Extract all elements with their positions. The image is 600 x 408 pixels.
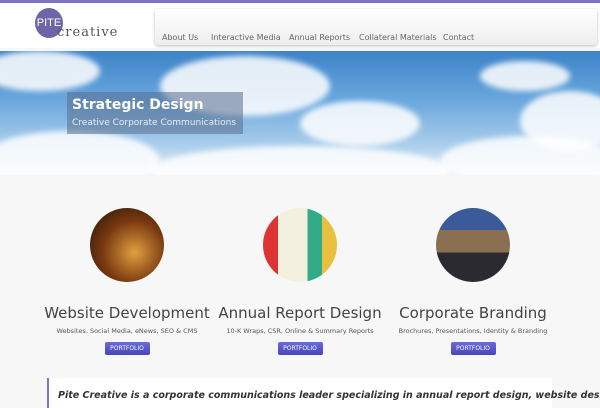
intro-text: Pite Creative is a corporate communicati… <box>58 390 600 401</box>
nav-contact[interactable]: Contact <box>443 33 474 42</box>
service-image[interactable] <box>436 208 510 282</box>
service-website-development: Website Development Websites, Social Med… <box>42 208 212 355</box>
nav-annual-reports[interactable]: Annual Reports <box>289 33 350 42</box>
portfolio-button[interactable]: PORTFOLIO <box>277 342 323 355</box>
nav-interactive-media[interactable]: Interactive Media <box>211 33 281 42</box>
nav-about-us[interactable]: About Us <box>162 33 198 42</box>
main-nav: About Us Interactive Media Annual Report… <box>155 9 597 45</box>
service-image[interactable] <box>90 208 164 282</box>
service-title: Annual Report Design <box>218 304 382 322</box>
service-image[interactable] <box>263 208 337 282</box>
portfolio-button[interactable]: PORTFOLIO <box>450 342 496 355</box>
logo-word: creative <box>57 25 119 40</box>
nav-collateral-materials[interactable]: Collateral Materials <box>359 33 437 42</box>
hero-title: Strategic Design <box>72 97 204 113</box>
hero-caption: Strategic Design Creative Corporate Comm… <box>67 92 243 134</box>
service-annual-report-design: Annual Report Design 10-K Wraps, CSR, On… <box>215 208 385 355</box>
portfolio-button[interactable]: PORTFOLIO <box>104 342 150 355</box>
hero-subtitle: Creative Corporate Communications <box>72 118 237 128</box>
header: PITE creative About Us Interactive Media… <box>0 3 600 48</box>
intro-quote: Pite Creative is a corporate communicati… <box>47 378 600 408</box>
logo[interactable]: PITE creative <box>35 8 119 44</box>
service-description: Websites, Social Media, eNews, SEO & CMS <box>56 327 198 335</box>
service-corporate-branding: Corporate Branding Brochures, Presentati… <box>388 208 558 355</box>
hero-banner: Strategic Design Creative Corporate Comm… <box>0 51 600 175</box>
service-title: Corporate Branding <box>399 304 547 322</box>
service-description: 10-K Wraps, CSR, Online & Summary Report… <box>226 327 374 335</box>
service-title: Website Development <box>44 304 210 322</box>
service-description: Brochures, Presentations, Identity & Bra… <box>398 327 548 335</box>
